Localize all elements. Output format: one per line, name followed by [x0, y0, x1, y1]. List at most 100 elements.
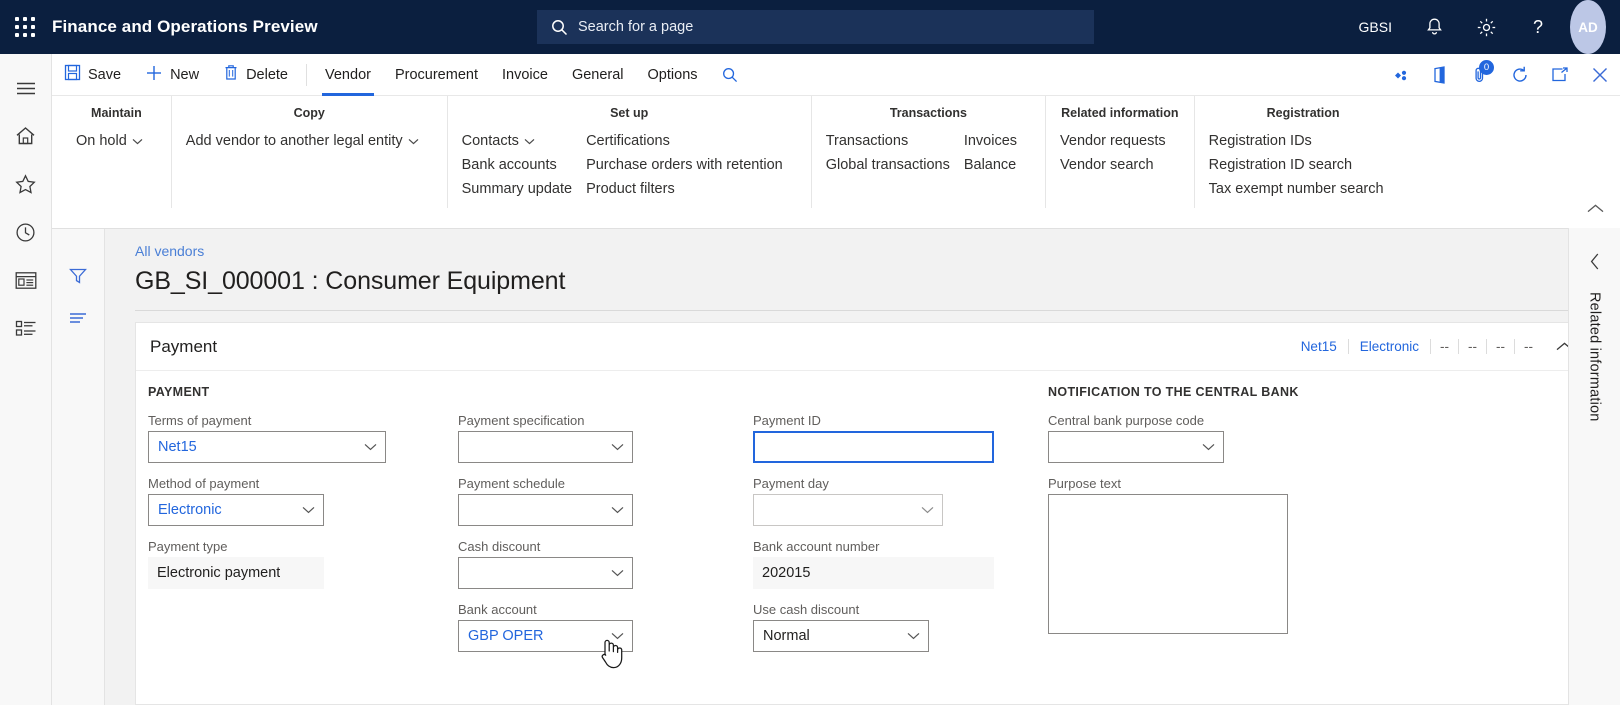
purpose-text-textarea[interactable] — [1048, 494, 1288, 634]
form-column-notification: NOTIFICATION TO THE CENTRAL BANK Central… — [1036, 385, 1366, 704]
chevron-left-icon[interactable] — [1590, 246, 1600, 276]
action-vendor-requests[interactable]: Vendor requests — [1060, 129, 1180, 153]
tab-general[interactable]: General — [560, 54, 636, 96]
use-cash-discount-dropdown[interactable]: Normal — [753, 620, 929, 652]
help-question-icon[interactable]: ? — [1512, 0, 1564, 54]
company-selector[interactable]: GBSI — [1343, 0, 1408, 54]
action-bank-accounts[interactable]: Bank accounts — [462, 153, 586, 177]
power-apps-icon[interactable] — [1380, 54, 1420, 96]
attachments-badge: 0 — [1479, 60, 1494, 75]
payment-id-input[interactable] — [753, 431, 994, 463]
payment-specification-dropdown[interactable] — [458, 431, 633, 463]
tab-general-label: General — [571, 66, 624, 83]
close-icon[interactable] — [1580, 54, 1620, 96]
action-contacts[interactable]: Contacts — [462, 129, 586, 153]
hamburger-menu-icon[interactable] — [0, 64, 52, 112]
payment-schedule-dropdown[interactable] — [458, 494, 633, 526]
chevron-down-icon — [611, 569, 624, 577]
chevron-down-icon — [408, 133, 419, 149]
action-invoices[interactable]: Invoices — [964, 129, 1031, 153]
tab-vendor[interactable]: Vendor — [313, 54, 383, 96]
action-label: On hold — [76, 133, 127, 149]
settings-gear-icon[interactable] — [1460, 0, 1512, 54]
tab-procurement[interactable]: Procurement — [383, 54, 490, 96]
action-registration-id-search[interactable]: Registration ID search — [1209, 153, 1398, 177]
show-filters-lines-icon[interactable] — [52, 297, 105, 339]
related-information-label[interactable]: Related information — [1587, 292, 1603, 422]
action-purchase-orders-with-retention[interactable]: Purchase orders with retention — [586, 153, 797, 177]
field-use-cash-discount: Use cash discount Normal — [753, 602, 1022, 652]
breadcrumb[interactable]: All vendors — [135, 243, 204, 259]
home-icon[interactable] — [0, 112, 52, 160]
avatar[interactable]: AD — [1570, 0, 1606, 54]
chevron-down-icon — [364, 443, 377, 451]
action-group-title: Set up — [610, 106, 649, 120]
central-bank-purpose-code-dropdown[interactable] — [1048, 431, 1224, 463]
action-product-filters[interactable]: Product filters — [586, 177, 797, 201]
action-add-vendor-to-another-legal-entity[interactable]: Add vendor to another legal entity — [186, 129, 433, 153]
command-bar-right-actions: 0 — [1380, 54, 1620, 96]
bank-account-dropdown[interactable]: GBP OPER — [458, 620, 633, 652]
chevron-down-icon — [921, 506, 934, 514]
action-on-hold[interactable]: On hold — [76, 129, 157, 153]
action-label: Contacts — [461, 133, 519, 149]
tab-options-label: Options — [647, 66, 698, 83]
command-search-icon[interactable] — [710, 54, 750, 96]
field-label: Use cash discount — [753, 602, 860, 617]
save-button[interactable]: Save — [52, 54, 133, 96]
action-certifications[interactable]: Certifications — [586, 129, 797, 153]
new-button[interactable]: New — [133, 54, 211, 96]
field-value: 202015 — [762, 565, 811, 581]
terms-of-payment-dropdown[interactable]: Net15 — [148, 431, 386, 463]
action-summary-update[interactable]: Summary update — [462, 177, 586, 201]
field-value: Electronic — [158, 502, 222, 518]
notifications-bell-icon[interactable] — [1408, 0, 1460, 54]
action-label: Certifications — [586, 133, 670, 149]
action-balance[interactable]: Balance — [964, 153, 1031, 177]
method-of-payment-dropdown[interactable]: Electronic — [148, 494, 324, 526]
fasttab-header[interactable]: Payment Net15 Electronic -- -- -- -- — [136, 323, 1589, 371]
office-app-icon[interactable] — [1420, 54, 1460, 96]
action-label: Bank accounts — [461, 157, 557, 173]
filter-funnel-icon[interactable] — [52, 255, 105, 297]
summary-method-of-payment[interactable]: Electronic — [1349, 339, 1430, 354]
attachments-icon[interactable]: 0 — [1460, 54, 1500, 96]
open-in-new-window-icon[interactable] — [1540, 54, 1580, 96]
action-group-transactions: Transactions Transactions Global transac… — [812, 96, 1047, 208]
collapse-action-pane-button[interactable] — [1580, 196, 1610, 220]
fasttab-payment: Payment Net15 Electronic -- -- -- -- PAY… — [135, 322, 1590, 705]
tab-invoice[interactable]: Invoice — [490, 54, 560, 96]
field-bank-account: Bank account GBP OPER — [458, 602, 727, 652]
field-payment-id: Payment ID — [753, 413, 1022, 463]
waffle-grid-icon[interactable] — [12, 14, 38, 40]
payment-day-dropdown[interactable] — [753, 494, 943, 526]
summary-terms-of-payment[interactable]: Net15 — [1290, 339, 1348, 354]
svg-text:?: ? — [1533, 17, 1543, 37]
action-tax-exempt-number-search[interactable]: Tax exempt number search — [1209, 177, 1398, 201]
field-label: Purpose text — [1048, 476, 1121, 491]
star-favorites-icon[interactable] — [0, 160, 52, 208]
delete-button[interactable]: Delete — [211, 54, 300, 96]
modules-list-icon[interactable] — [0, 304, 52, 352]
action-global-transactions[interactable]: Global transactions — [826, 153, 964, 177]
clock-recent-icon[interactable] — [0, 208, 52, 256]
global-search-input[interactable]: Search for a page — [537, 10, 1094, 44]
field-label: Payment day — [753, 476, 829, 491]
cash-discount-dropdown[interactable] — [458, 557, 633, 589]
content-area: All vendors GB_SI_000001 : Consumer Equi… — [52, 228, 1620, 705]
action-registration-ids[interactable]: Registration IDs — [1209, 129, 1398, 153]
field-value: GBP OPER — [468, 628, 544, 644]
refresh-icon[interactable] — [1500, 54, 1540, 96]
action-vendor-search[interactable]: Vendor search — [1060, 153, 1180, 177]
action-group-maintain: Maintain On hold — [62, 96, 172, 208]
form-column-two: Payment specification Payment schedule C… — [446, 385, 741, 704]
action-group-title: Maintain — [91, 106, 142, 120]
bank-account-number-readonly-value: 202015 — [753, 557, 994, 589]
field-label: Central bank purpose code — [1048, 413, 1205, 428]
action-label: Add vendor to another legal entity — [185, 133, 403, 149]
action-transactions[interactable]: Transactions — [826, 129, 964, 153]
workspaces-icon[interactable] — [0, 256, 52, 304]
action-label: Registration ID search — [1208, 157, 1353, 173]
tab-options[interactable]: Options — [636, 54, 710, 96]
summary-value-6: -- — [1524, 339, 1533, 354]
